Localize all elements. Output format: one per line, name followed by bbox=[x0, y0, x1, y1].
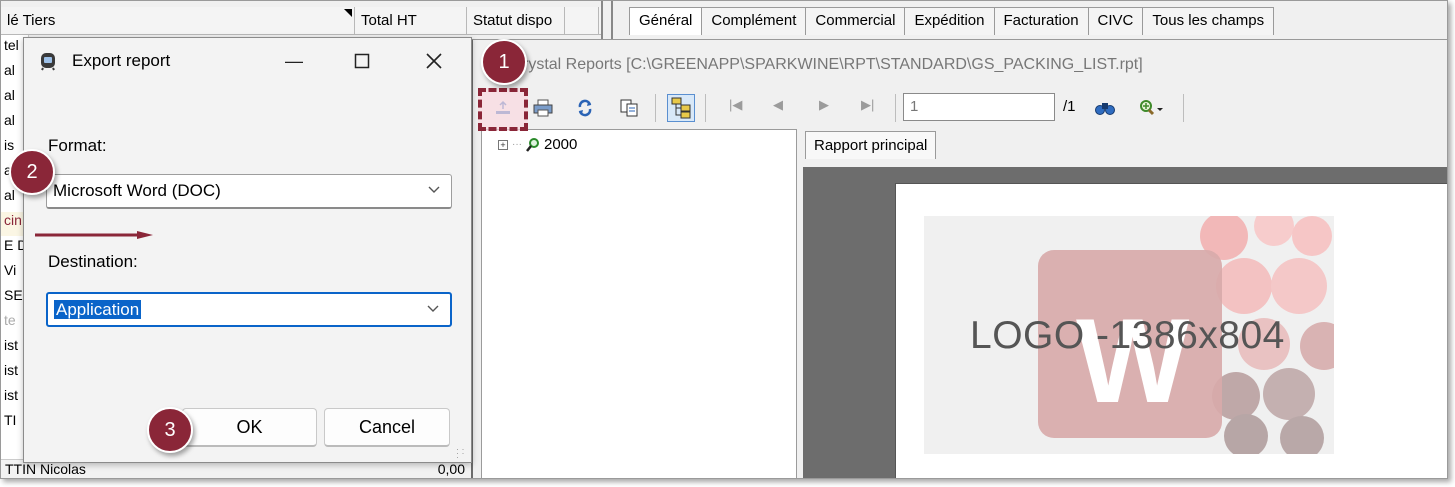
row-value: 0,00 bbox=[437, 461, 465, 477]
minimize-button[interactable]: — bbox=[274, 46, 314, 76]
crystal-reports-window: rystal Reports [C:\GREENAPP\SPARKWINE\RP… bbox=[471, 39, 1447, 478]
step-badge-3: 3 bbox=[147, 407, 193, 453]
crystal-window-title: rystal Reports [C:\GREENAPP\SPARKWINE\RP… bbox=[523, 56, 1143, 73]
dialog-title-bar: Export report — bbox=[24, 38, 471, 84]
screenshot-frame: lé Tiers Total HT Statut dispo tel al al… bbox=[0, 0, 1448, 479]
logo-placeholder: W LOGO -1386x804 bbox=[924, 216, 1334, 454]
refresh-icon bbox=[578, 99, 592, 117]
tab-facturation[interactable]: Facturation bbox=[993, 7, 1089, 35]
step-badge-1: 1 bbox=[481, 39, 527, 85]
find-button[interactable] bbox=[1091, 94, 1119, 122]
tab-bar: Général Complément Commercial Expédition… bbox=[629, 7, 1275, 35]
page-number-input[interactable]: 1 bbox=[903, 93, 1055, 121]
tab-complement[interactable]: Complément bbox=[701, 7, 807, 35]
binoculars-icon bbox=[1095, 103, 1115, 115]
cancel-button[interactable]: Cancel bbox=[324, 408, 450, 447]
crystal-toolbar: |◀ ◀ ▶ ▶| 1 /1 bbox=[473, 88, 1447, 128]
tab-rapport-principal[interactable]: Rapport principal bbox=[805, 131, 937, 159]
expand-icon[interactable]: + bbox=[498, 139, 508, 150]
toggle-group-tree-button[interactable] bbox=[667, 94, 695, 122]
first-page-icon[interactable]: |◀ bbox=[729, 97, 742, 113]
page-total: /1 bbox=[1063, 98, 1076, 115]
group-tree-icon bbox=[671, 97, 691, 119]
app-icon bbox=[41, 53, 55, 71]
zoom-icon bbox=[1140, 100, 1163, 116]
copy-button[interactable] bbox=[615, 94, 643, 122]
tab-commercial[interactable]: Commercial bbox=[805, 7, 906, 35]
sort-marker-icon bbox=[344, 9, 352, 17]
tab-general[interactable]: Général bbox=[629, 7, 703, 35]
chevron-down-icon bbox=[426, 301, 440, 318]
column-header-total-ht[interactable]: Total HT bbox=[355, 7, 467, 35]
tab-expedition[interactable]: Expédition bbox=[904, 7, 995, 35]
crystal-title-bar: rystal Reports [C:\GREENAPP\SPARKWINE\RP… bbox=[473, 40, 1447, 88]
format-label: Format: bbox=[48, 136, 107, 155]
maximize-button[interactable] bbox=[342, 46, 382, 76]
tree-connector: ··· bbox=[512, 139, 522, 150]
tree-node[interactable]: + ··· 2000 bbox=[498, 136, 577, 153]
magnifier-icon bbox=[526, 137, 539, 152]
grid-header: lé Tiers Total HT Statut dispo bbox=[1, 7, 601, 35]
refresh-button[interactable] bbox=[571, 94, 599, 122]
last-page-icon[interactable]: ▶| bbox=[861, 97, 874, 113]
next-page-icon[interactable]: ▶ bbox=[819, 97, 829, 113]
dialog-title: Export report bbox=[72, 51, 171, 70]
export-highlight-box bbox=[478, 88, 528, 131]
group-tree-pane: + ··· 2000 bbox=[481, 129, 797, 478]
toolbar-separator bbox=[1183, 94, 1184, 122]
resize-grip-icon[interactable]: · · · · · bbox=[456, 445, 468, 462]
export-report-dialog: Export report — Format: Microsoft Word (… bbox=[23, 37, 472, 463]
format-select[interactable]: Microsoft Word (DOC) bbox=[46, 174, 452, 209]
report-view: Rapport principal W LOGO -1386x804 bbox=[803, 129, 1447, 478]
row-name: TTIN Nicolas bbox=[5, 461, 86, 477]
toolbar-separator bbox=[655, 94, 656, 122]
toolbar-separator bbox=[705, 94, 706, 122]
maximize-icon bbox=[354, 53, 370, 69]
format-select-value: Microsoft Word (DOC) bbox=[53, 181, 221, 200]
print-icon bbox=[533, 99, 553, 117]
print-button[interactable] bbox=[529, 94, 557, 122]
destination-select-value: Application bbox=[54, 300, 142, 319]
zoom-button[interactable] bbox=[1129, 94, 1173, 122]
tab-tous-les-champs[interactable]: Tous les champs bbox=[1142, 7, 1275, 35]
column-header-tiers[interactable]: lé Tiers bbox=[1, 7, 355, 35]
report-canvas: W LOGO -1386x804 bbox=[803, 167, 1447, 478]
column-header-empty[interactable] bbox=[565, 7, 599, 35]
tree-node-label: 2000 bbox=[544, 136, 578, 153]
arrow-right-icon bbox=[35, 231, 153, 239]
previous-page-icon[interactable]: ◀ bbox=[773, 97, 783, 113]
toolbar-separator bbox=[895, 94, 896, 122]
tab-civc[interactable]: CIVC bbox=[1087, 7, 1144, 35]
chevron-down-icon bbox=[427, 182, 441, 199]
destination-label: Destination: bbox=[48, 252, 138, 271]
logo-letter: W bbox=[1076, 294, 1190, 428]
close-button[interactable] bbox=[414, 46, 454, 76]
step-badge-2: 2 bbox=[9, 149, 55, 195]
close-icon bbox=[426, 53, 442, 69]
ok-button[interactable]: OK bbox=[182, 408, 317, 447]
copy-icon bbox=[620, 99, 638, 117]
logo-text: LOGO -1386x804 bbox=[970, 314, 1285, 357]
column-header-statut[interactable]: Statut dispo bbox=[467, 7, 565, 35]
pane-splitter[interactable] bbox=[601, 1, 613, 41]
destination-select[interactable]: Application bbox=[46, 292, 452, 327]
report-page: W LOGO -1386x804 bbox=[895, 183, 1447, 478]
minimize-icon: — bbox=[285, 50, 303, 71]
